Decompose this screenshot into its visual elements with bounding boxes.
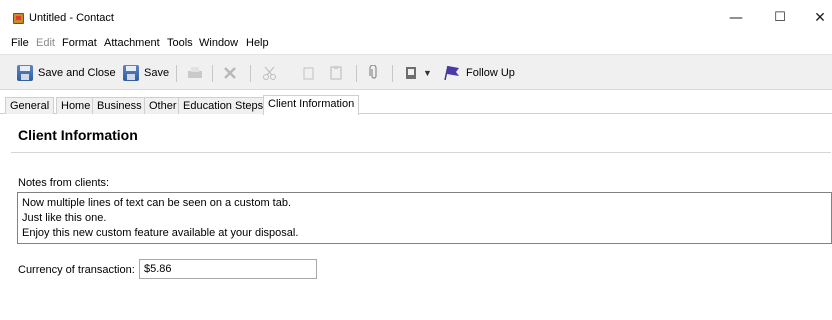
menu-window[interactable]: Window <box>199 37 238 49</box>
attachment-icon[interactable] <box>367 61 381 85</box>
tab-education-steps[interactable]: Education Steps <box>178 97 269 114</box>
notes-label: Notes from clients: <box>18 177 110 189</box>
save-icon <box>123 65 139 81</box>
cut-icon[interactable] <box>262 61 278 85</box>
save-and-close-label: Save and Close <box>38 67 116 79</box>
menu-attachment[interactable]: Attachment <box>104 37 160 49</box>
section-divider <box>11 152 831 153</box>
toolbar-separator <box>212 65 213 82</box>
save-close-icon <box>17 65 33 81</box>
menu-bar: File Edit Format Attachment Tools Window… <box>0 35 832 51</box>
window-title: Untitled - Contact <box>29 12 114 24</box>
tab-general[interactable]: General <box>5 97 55 114</box>
toolbar: Save and Close Save ▼ Follow Up <box>0 54 832 90</box>
tab-bar: General Home Business Other Education St… <box>0 95 832 115</box>
dropdown-arrow-icon[interactable]: ▼ <box>423 61 432 85</box>
copy-icon[interactable] <box>300 61 316 85</box>
menu-edit[interactable]: Edit <box>36 37 55 49</box>
tab-business[interactable]: Business <box>92 97 147 114</box>
menu-format[interactable]: Format <box>62 37 97 49</box>
notes-line: Enjoy this new custom feature available … <box>22 227 299 239</box>
currency-label: Currency of transaction: <box>18 264 135 276</box>
tab-other[interactable]: Other <box>144 97 182 114</box>
save-label: Save <box>144 67 170 79</box>
toolbar-separator <box>392 65 393 82</box>
save-and-close-button[interactable]: Save and Close <box>17 61 116 85</box>
paste-icon[interactable] <box>328 61 344 85</box>
save-button[interactable]: Save <box>123 61 169 85</box>
app-icon <box>13 13 24 24</box>
follow-up-label: Follow Up <box>466 67 515 79</box>
maximize-button[interactable]: ☐ <box>766 8 794 28</box>
delete-icon[interactable] <box>222 61 238 85</box>
tab-home[interactable]: Home <box>56 97 96 114</box>
notes-line: Just like this one. <box>22 212 107 224</box>
toolbar-separator <box>176 65 177 82</box>
notes-textarea[interactable]: Now multiple lines of text can be seen o… <box>17 192 832 244</box>
minimize-button[interactable]: — <box>722 8 750 28</box>
toolbar-separator <box>250 65 251 82</box>
currency-input[interactable] <box>139 259 317 279</box>
section-title: Client Information <box>18 127 138 143</box>
notes-line: Now multiple lines of text can be seen o… <box>22 197 292 209</box>
menu-file[interactable]: File <box>11 37 29 49</box>
properties-icon[interactable] <box>403 61 419 85</box>
close-button[interactable]: ✕ <box>806 8 832 28</box>
toolbar-separator <box>356 65 357 82</box>
flag-icon <box>444 65 459 81</box>
title-bar: Untitled - Contact — ☐ ✕ <box>0 0 832 34</box>
menu-help[interactable]: Help <box>246 37 269 49</box>
tab-client-information[interactable]: Client Information <box>263 95 360 115</box>
follow-up-button[interactable]: Follow Up <box>443 61 515 85</box>
menu-tools[interactable]: Tools <box>167 37 193 49</box>
print-icon[interactable] <box>186 61 204 85</box>
